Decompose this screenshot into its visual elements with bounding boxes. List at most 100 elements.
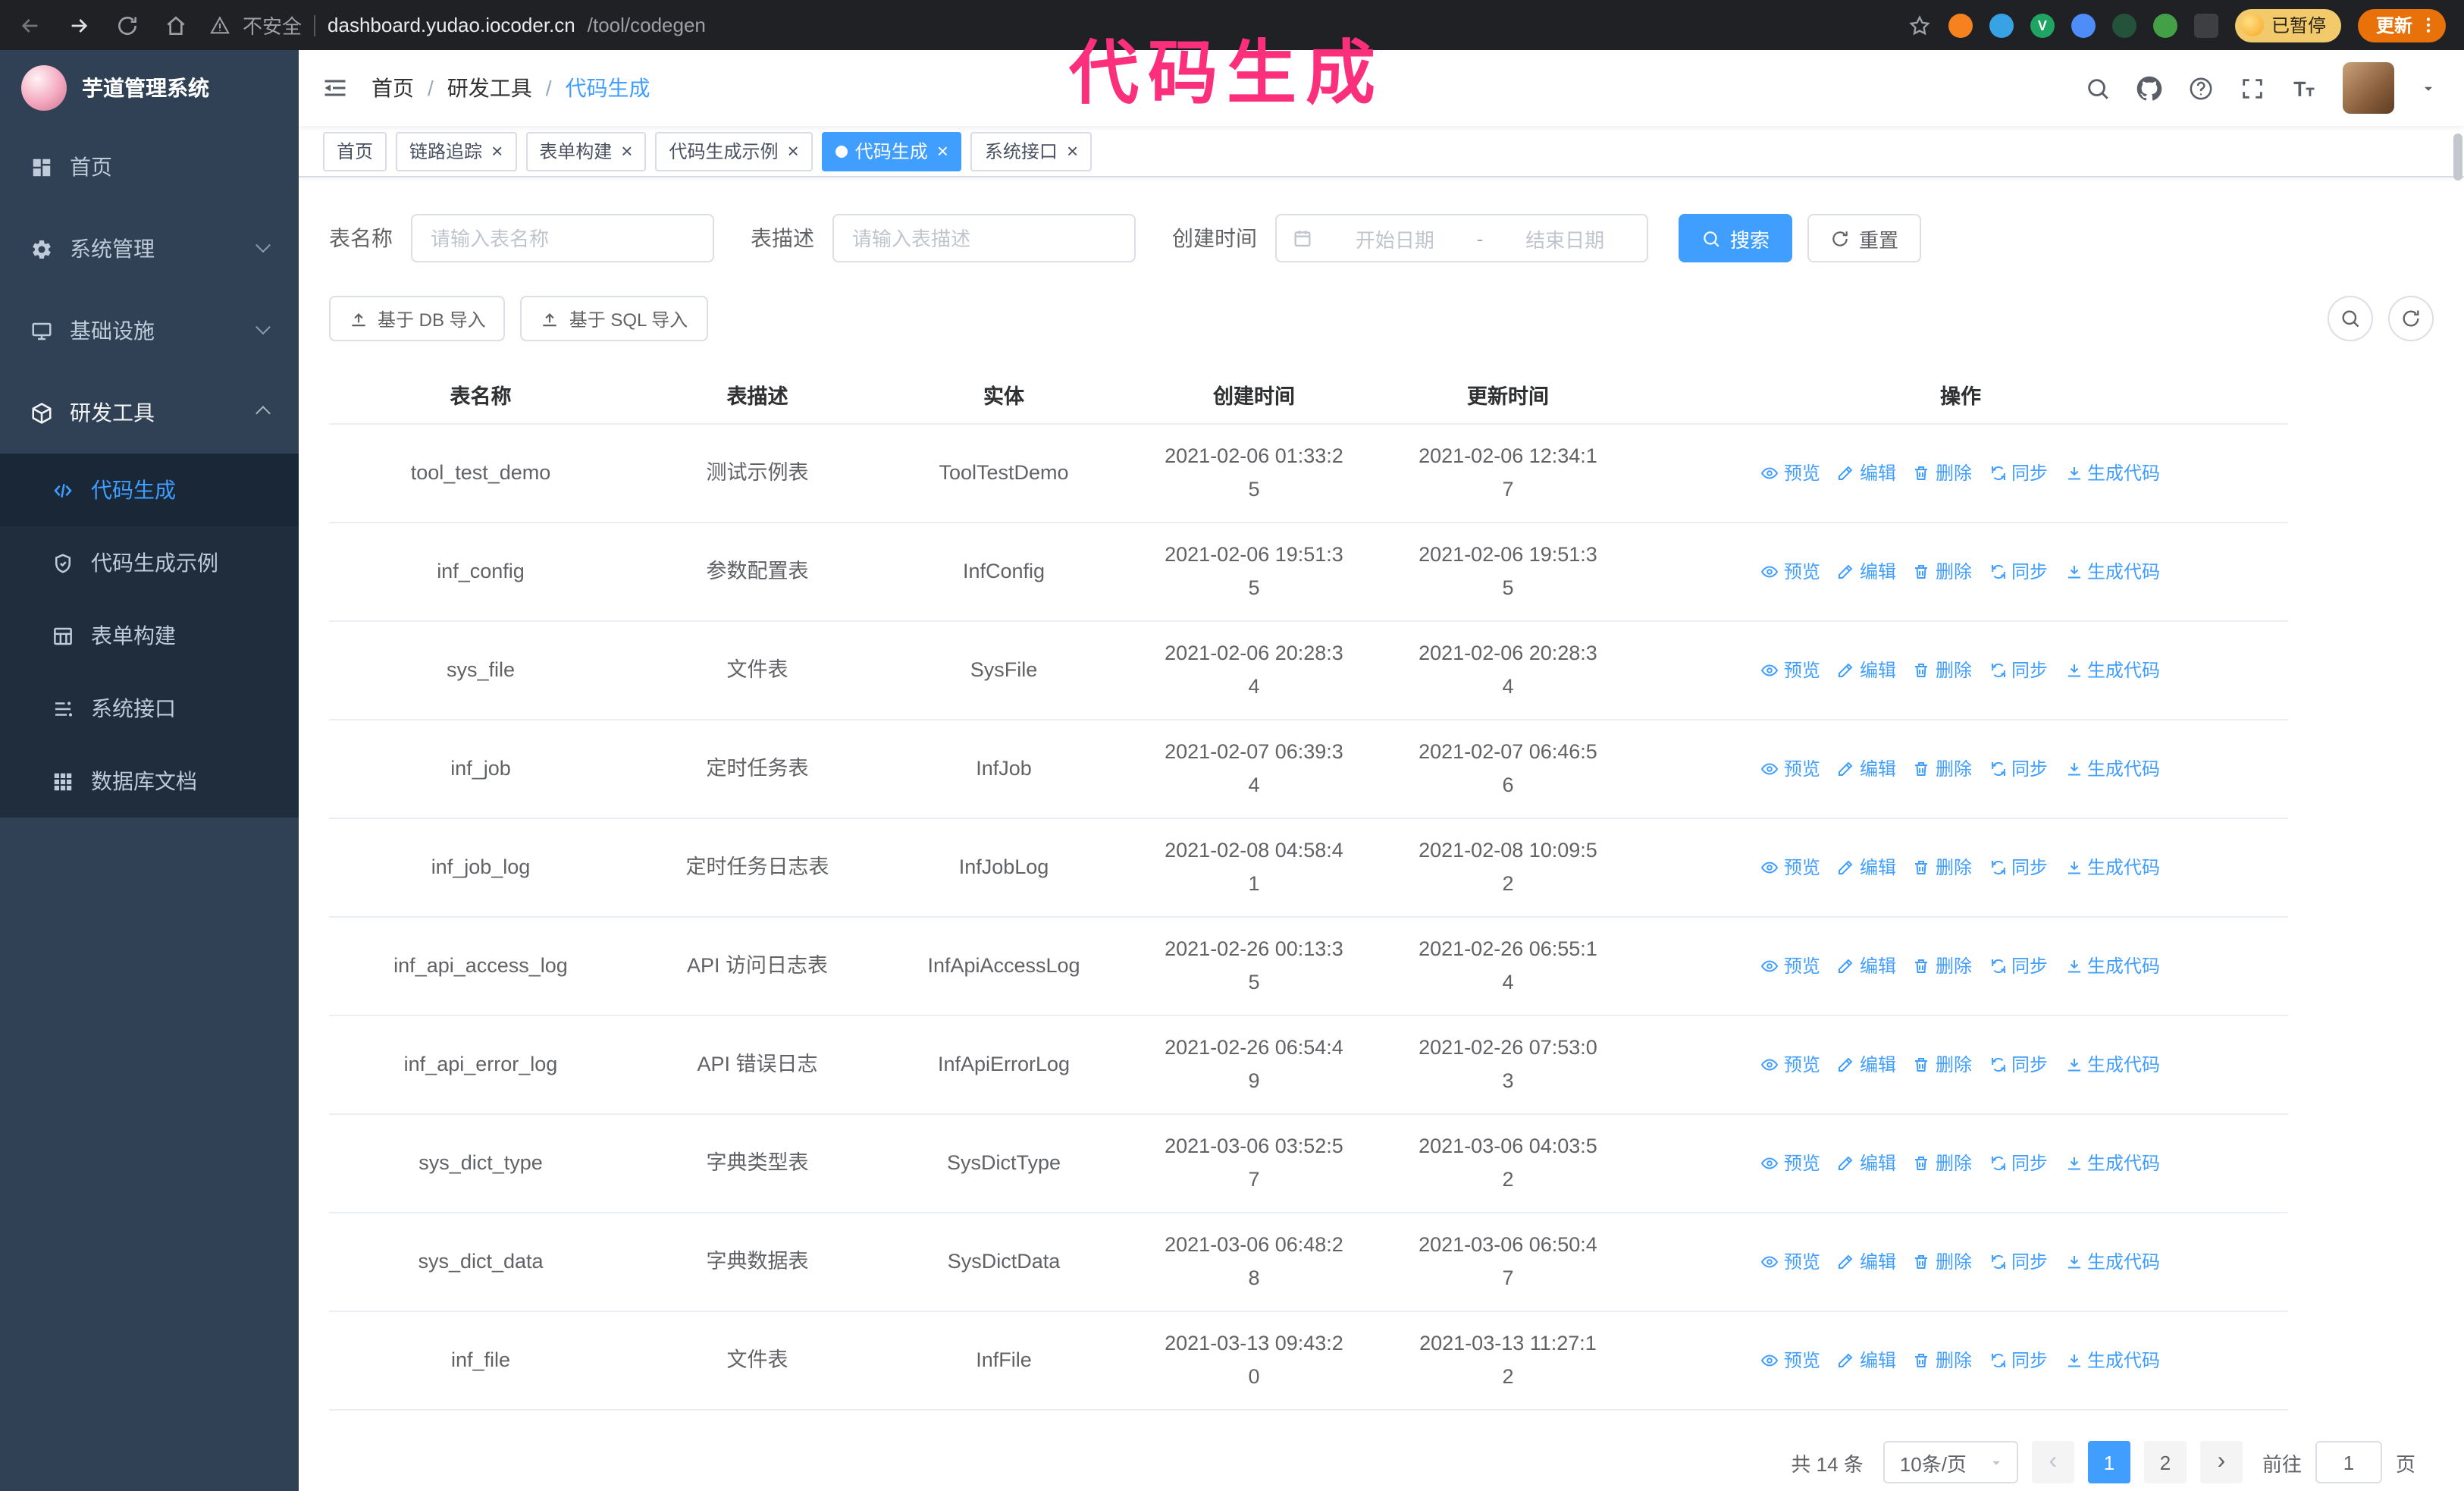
tab-4[interactable]: 代码生成示例 × bbox=[655, 131, 813, 171]
paused-badge[interactable]: 已暂停 bbox=[2234, 8, 2341, 42]
breadcrumb-item-1[interactable]: 首页 bbox=[371, 73, 447, 103]
generate-code-button[interactable]: 生成代码 bbox=[2064, 950, 2160, 983]
preview-button[interactable]: 预览 bbox=[1761, 752, 1820, 786]
fullscreen-icon[interactable] bbox=[2240, 75, 2265, 101]
extension-icon-1[interactable] bbox=[1948, 13, 1973, 37]
tab-6[interactable]: 系统接口 × bbox=[970, 131, 1092, 171]
font-size-icon[interactable] bbox=[2291, 75, 2317, 101]
tab-1[interactable]: 首页 bbox=[323, 131, 387, 171]
sidebar-subitem-3[interactable]: 表单构建 bbox=[0, 599, 299, 672]
page-2-button[interactable]: 2 bbox=[2143, 1441, 2187, 1483]
next-page-button[interactable]: › bbox=[2199, 1441, 2243, 1483]
header-search-icon[interactable] bbox=[2085, 75, 2111, 101]
generate-code-button[interactable]: 生成代码 bbox=[2064, 1048, 2160, 1081]
preview-button[interactable]: 预览 bbox=[1761, 1147, 1820, 1180]
extension-icon-5[interactable] bbox=[2111, 13, 2136, 37]
sidebar-item-1[interactable]: 首页 bbox=[0, 126, 299, 208]
sync-button[interactable]: 同步 bbox=[1989, 1245, 2048, 1279]
sync-button[interactable]: 同步 bbox=[1989, 1048, 2048, 1081]
preview-button[interactable]: 预览 bbox=[1761, 950, 1820, 983]
breadcrumb-item-2[interactable]: 研发工具 bbox=[447, 73, 566, 103]
reload-icon[interactable] bbox=[115, 13, 140, 37]
delete-button[interactable]: 删除 bbox=[1913, 851, 1972, 884]
tab-2[interactable]: 链路追踪 × bbox=[396, 131, 517, 171]
edit-button[interactable]: 编辑 bbox=[1837, 950, 1896, 983]
create-time-range-picker[interactable]: 开始日期 - 结束日期 bbox=[1275, 214, 1648, 262]
sidebar-item-2[interactable]: 系统管理 bbox=[0, 208, 299, 290]
extension-icon-2[interactable] bbox=[1989, 13, 2014, 37]
browser-home-icon[interactable] bbox=[164, 13, 188, 37]
preview-button[interactable]: 预览 bbox=[1761, 1245, 1820, 1279]
sync-button[interactable]: 同步 bbox=[1989, 457, 2048, 490]
sync-button[interactable]: 同步 bbox=[1989, 851, 2048, 884]
sidebar-subitem-2[interactable]: 代码生成示例 bbox=[0, 526, 299, 599]
avatar-caret-icon[interactable] bbox=[2420, 80, 2437, 96]
edit-button[interactable]: 编辑 bbox=[1837, 457, 1896, 490]
puzzle-extension-icon[interactable] bbox=[2193, 13, 2218, 37]
page-size-select[interactable]: 10条/页 bbox=[1882, 1441, 2018, 1483]
preview-button[interactable]: 预览 bbox=[1761, 1048, 1820, 1081]
delete-button[interactable]: 删除 bbox=[1913, 1245, 1972, 1279]
scrollbar-thumb[interactable] bbox=[2453, 133, 2462, 180]
search-button[interactable]: 搜索 bbox=[1679, 214, 1793, 262]
delete-button[interactable]: 删除 bbox=[1913, 457, 1972, 490]
tab-5[interactable]: 代码生成 × bbox=[821, 131, 962, 171]
close-tab-icon[interactable]: × bbox=[491, 141, 503, 161]
delete-button[interactable]: 删除 bbox=[1913, 1048, 1972, 1081]
sync-button[interactable]: 同步 bbox=[1989, 555, 2048, 589]
bookmark-star-icon[interactable] bbox=[1908, 13, 1932, 37]
reset-button[interactable]: 重置 bbox=[1807, 214, 1922, 262]
delete-button[interactable]: 删除 bbox=[1913, 555, 1972, 589]
extension-icon-6[interactable] bbox=[2152, 13, 2177, 37]
kebab-menu-icon[interactable] bbox=[2419, 15, 2438, 35]
sidebar-logo[interactable]: 芋道管理系统 bbox=[0, 50, 299, 126]
db-import-button[interactable]: 基于 DB 导入 bbox=[329, 296, 506, 341]
delete-button[interactable]: 删除 bbox=[1913, 752, 1972, 786]
help-icon[interactable] bbox=[2188, 75, 2214, 101]
close-tab-icon[interactable]: × bbox=[1067, 141, 1078, 161]
generate-code-button[interactable]: 生成代码 bbox=[2064, 851, 2160, 884]
edit-button[interactable]: 编辑 bbox=[1837, 654, 1896, 687]
back-icon[interactable] bbox=[18, 13, 42, 37]
preview-button[interactable]: 预览 bbox=[1761, 654, 1820, 687]
edit-button[interactable]: 编辑 bbox=[1837, 1245, 1896, 1279]
toggle-search-button[interactable] bbox=[2328, 296, 2373, 341]
delete-button[interactable]: 删除 bbox=[1913, 1147, 1972, 1180]
github-icon[interactable] bbox=[2136, 75, 2162, 101]
page-1-button[interactable]: 1 bbox=[2087, 1441, 2130, 1483]
generate-code-button[interactable]: 生成代码 bbox=[2064, 1344, 2160, 1377]
edit-button[interactable]: 编辑 bbox=[1837, 1344, 1896, 1377]
address-bar[interactable]: 不安全 dashboard.yudao.iocoder.cn/tool/code… bbox=[209, 11, 1889, 39]
generate-code-button[interactable]: 生成代码 bbox=[2064, 457, 2160, 490]
edit-button[interactable]: 编辑 bbox=[1837, 1147, 1896, 1180]
edit-button[interactable]: 编辑 bbox=[1837, 851, 1896, 884]
generate-code-button[interactable]: 生成代码 bbox=[2064, 1147, 2160, 1180]
sidebar-subitem-1[interactable]: 代码生成 bbox=[0, 454, 299, 526]
generate-code-button[interactable]: 生成代码 bbox=[2064, 1245, 2160, 1279]
sidebar-item-3[interactable]: 基础设施 bbox=[0, 290, 299, 372]
sidebar-toggle-icon[interactable] bbox=[321, 74, 349, 102]
edit-button[interactable]: 编辑 bbox=[1837, 1048, 1896, 1081]
close-tab-icon[interactable]: × bbox=[621, 141, 632, 161]
preview-button[interactable]: 预览 bbox=[1761, 851, 1820, 884]
preview-button[interactable]: 预览 bbox=[1761, 555, 1820, 589]
preview-button[interactable]: 预览 bbox=[1761, 1344, 1820, 1377]
sidebar-subitem-4[interactable]: 系统接口 bbox=[0, 672, 299, 745]
preview-button[interactable]: 预览 bbox=[1761, 457, 1820, 490]
user-avatar[interactable] bbox=[2343, 62, 2394, 114]
edit-button[interactable]: 编辑 bbox=[1837, 752, 1896, 786]
generate-code-button[interactable]: 生成代码 bbox=[2064, 654, 2160, 687]
refresh-table-button[interactable] bbox=[2388, 296, 2434, 341]
delete-button[interactable]: 删除 bbox=[1913, 1344, 1972, 1377]
sidebar-item-4[interactable]: 研发工具 bbox=[0, 372, 299, 454]
sql-import-button[interactable]: 基于 SQL 导入 bbox=[520, 296, 708, 341]
extension-icon-3[interactable]: V bbox=[2030, 13, 2055, 37]
sync-button[interactable]: 同步 bbox=[1989, 1147, 2048, 1180]
sync-button[interactable]: 同步 bbox=[1989, 1344, 2048, 1377]
generate-code-button[interactable]: 生成代码 bbox=[2064, 752, 2160, 786]
prev-page-button[interactable]: ‹ bbox=[2031, 1441, 2074, 1483]
sync-button[interactable]: 同步 bbox=[1989, 752, 2048, 786]
tab-3[interactable]: 表单构建 × bbox=[525, 131, 647, 171]
sidebar-subitem-5[interactable]: 数据库文档 bbox=[0, 745, 299, 818]
delete-button[interactable]: 删除 bbox=[1913, 950, 1972, 983]
